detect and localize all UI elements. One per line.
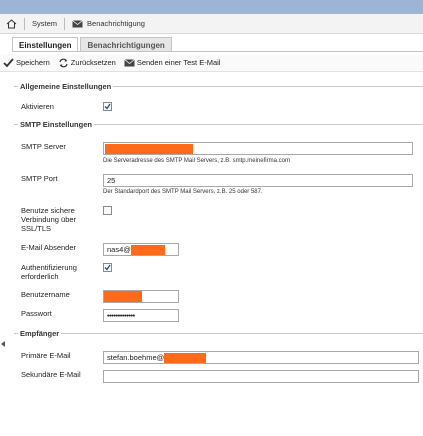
tab-benachrichtigungen[interactable]: Benachrichtigungen [80, 37, 172, 52]
collapse-arrow-icon[interactable] [1, 340, 5, 347]
mail-icon [72, 19, 83, 28]
primary-email-value: stefan.boehme@ [107, 353, 165, 362]
redacted-primary-email [164, 352, 207, 363]
primary-email-label: Primäre E-Mail [21, 351, 71, 360]
username-label: Benutzername [21, 290, 70, 299]
sender-email-row: E-Mail Absender nas4@ [21, 243, 179, 256]
general-settings-section: Allgemeine Einstellungen Aktivieren [14, 82, 423, 112]
auth-required-checkbox[interactable] [103, 263, 112, 272]
secondary-email-input[interactable] [103, 370, 419, 383]
auth-required-label: Authentifizierung erforderlich [21, 263, 77, 281]
smtp-port-value: 25 [107, 176, 116, 185]
window-top-bar [0, 0, 423, 14]
activate-row: Aktivieren [21, 102, 112, 111]
save-button-label: Speichern [16, 58, 50, 67]
activate-checkbox[interactable] [103, 102, 112, 111]
sender-email-label: E-Mail Absender [21, 243, 77, 252]
username-row: Benutzername [21, 290, 179, 303]
smtp-server-row: SMTP Server [21, 142, 413, 155]
checkbox-check-icon [104, 103, 111, 110]
tab-bar: Einstellungen Benachrichtigungen [12, 37, 172, 52]
reset-arrows-icon [58, 58, 69, 68]
general-settings-legend: Allgemeine Einstellungen [20, 82, 112, 91]
sender-email-value: nas4@ [107, 245, 131, 254]
secondary-email-label: Sekundäre E-Mail [21, 370, 81, 379]
toolbar: Speichern Zurücksetzen Senden einer Test… [0, 54, 423, 72]
secure-connection-checkbox[interactable] [103, 206, 112, 215]
password-label: Passwort [21, 309, 52, 318]
smtp-server-hint: Die Serveradresse des SMTP Mail Servers,… [103, 158, 290, 164]
smtp-settings-legend: SMTP Einstellungen [20, 120, 92, 129]
tab-einstellungen[interactable]: Einstellungen [12, 37, 79, 52]
redacted-server [105, 143, 193, 154]
reset-button[interactable]: Zurücksetzen [58, 58, 116, 68]
smtp-port-row: SMTP Port 25 [21, 174, 413, 187]
smtp-port-label: SMTP Port [21, 174, 58, 183]
primary-email-input[interactable]: stefan.boehme@ [103, 351, 419, 364]
password-row: Passwort ••••••••••••• [21, 309, 179, 322]
password-input[interactable]: ••••••••••••• [103, 309, 179, 322]
auth-required-row: Authentifizierung erforderlich [21, 263, 112, 281]
password-value: ••••••••••••• [107, 311, 135, 320]
save-button[interactable]: Speichern [3, 58, 50, 67]
home-icon[interactable] [6, 18, 17, 29]
breadcrumb-separator [64, 17, 66, 30]
secure-connection-label: Benutze sichere Verbindung über SSL/TLS [21, 206, 77, 233]
breadcrumb: System Benachrichtigung [0, 14, 423, 34]
smtp-server-label: SMTP Server [21, 142, 66, 151]
primary-email-row: Primäre E-Mail stefan.boehme@ [21, 351, 419, 364]
smtp-port-input[interactable]: 25 [103, 174, 413, 187]
breadcrumb-separator [24, 17, 25, 30]
secure-connection-row: Benutze sichere Verbindung über SSL/TLS [21, 206, 112, 233]
checkbox-check-icon [104, 264, 111, 271]
smtp-port-hint: Der Standardport des SMTP Mail Servers, … [103, 189, 263, 195]
recipients-legend: Empfänger [20, 329, 60, 338]
redacted-username [104, 291, 142, 302]
save-check-icon [3, 58, 14, 67]
send-test-mail-button[interactable]: Senden einer Test E-Mail [124, 58, 221, 67]
send-test-mail-label: Senden einer Test E-Mail [136, 58, 221, 67]
activate-label: Aktivieren [21, 102, 54, 111]
breadcrumb-notification[interactable]: Benachrichtigung [87, 19, 145, 28]
breadcrumb-system[interactable]: System [32, 19, 57, 28]
reset-button-label: Zurücksetzen [70, 58, 116, 67]
smtp-server-input[interactable] [103, 142, 413, 155]
tab-divider [12, 51, 423, 52]
secondary-email-row: Sekundäre E-Mail [21, 370, 419, 383]
sender-email-input[interactable]: nas4@ [103, 243, 179, 256]
recipients-section: Empfänger Primäre E-Mail stefan.boehme@ … [14, 329, 423, 384]
test-mail-icon [124, 58, 135, 67]
username-input[interactable] [103, 290, 179, 303]
smtp-settings-section: SMTP Einstellungen SMTP Server Die Serve… [14, 120, 423, 325]
redacted-sender [130, 244, 165, 255]
